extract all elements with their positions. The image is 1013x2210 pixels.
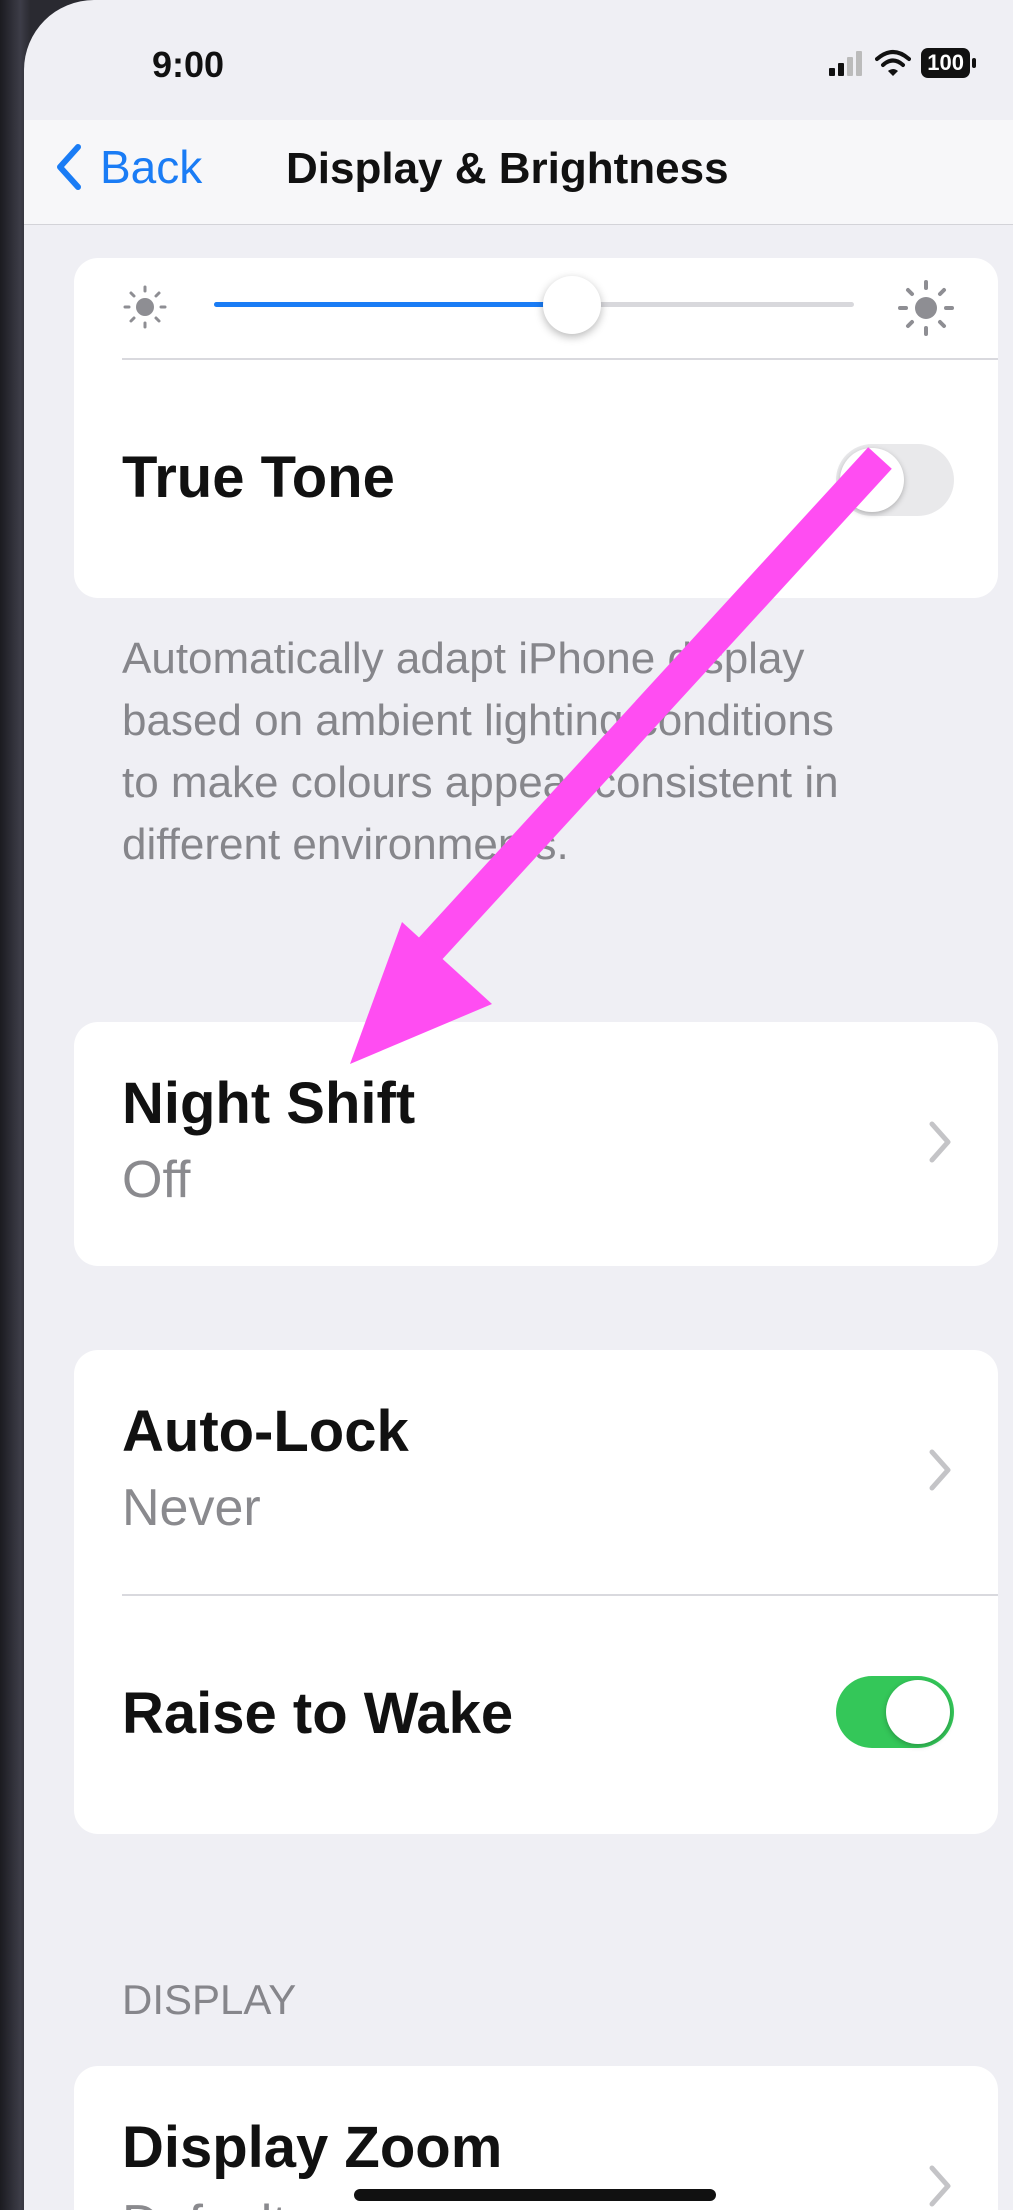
wifi-icon bbox=[875, 50, 912, 76]
status-time: 9:00 bbox=[152, 44, 225, 85]
true-tone-footer: Automatically adapt iPhone display based… bbox=[122, 634, 839, 869]
brightness-slider-knob[interactable] bbox=[543, 276, 602, 334]
battery-nub bbox=[972, 58, 976, 68]
display-section-header: DISPLAY bbox=[122, 1976, 297, 2023]
chevron-right-icon bbox=[929, 2165, 951, 2207]
divider bbox=[122, 358, 998, 360]
night-shift-value: Off bbox=[122, 1151, 191, 1209]
lock-card: Auto-Lock Never Raise to Wake bbox=[74, 1350, 998, 1834]
true-tone-toggle[interactable] bbox=[836, 444, 954, 516]
brightness-slider[interactable] bbox=[214, 276, 854, 334]
signal-icon bbox=[829, 51, 863, 76]
phone-screen: 9:00 100 Back Display & Brightness True … bbox=[24, 0, 1013, 2210]
brightness-slider-fill bbox=[214, 302, 573, 307]
toggle-knob bbox=[886, 1680, 950, 1744]
night-shift-row[interactable]: Night Shift Off bbox=[74, 1022, 998, 1266]
home-indicator[interactable] bbox=[354, 2189, 716, 2201]
sun-small-icon bbox=[123, 285, 167, 329]
brightness-card: True Tone bbox=[74, 258, 998, 598]
raise-to-wake-label: Raise to Wake bbox=[122, 1681, 514, 1746]
night-shift-label: Night Shift bbox=[122, 1071, 416, 1136]
status-bar: 9:00 100 bbox=[24, 0, 1013, 130]
divider bbox=[122, 1594, 998, 1596]
chevron-left-icon bbox=[57, 144, 81, 190]
auto-lock-label: Auto-Lock bbox=[122, 1399, 409, 1464]
status-icons: 100 bbox=[829, 48, 976, 78]
page-title: Display & Brightness bbox=[286, 144, 729, 193]
chevron-right-icon bbox=[929, 1121, 951, 1163]
toggle-knob bbox=[840, 448, 904, 512]
display-zoom-label: Display Zoom bbox=[122, 2115, 503, 2180]
display-zoom-value: Default bbox=[122, 2194, 287, 2210]
auto-lock-row[interactable]: Auto-Lock Never bbox=[74, 1350, 998, 1594]
chevron-right-icon bbox=[929, 1449, 951, 1491]
raise-to-wake-toggle[interactable] bbox=[836, 1676, 954, 1748]
sun-large-icon bbox=[898, 280, 954, 336]
auto-lock-value: Never bbox=[122, 1479, 261, 1537]
battery-icon: 100 bbox=[921, 48, 970, 78]
back-button[interactable]: Back bbox=[54, 140, 202, 194]
back-label: Back bbox=[100, 141, 203, 193]
navigation-bar: Back Display & Brightness bbox=[24, 120, 1013, 225]
true-tone-label: True Tone bbox=[122, 445, 395, 510]
